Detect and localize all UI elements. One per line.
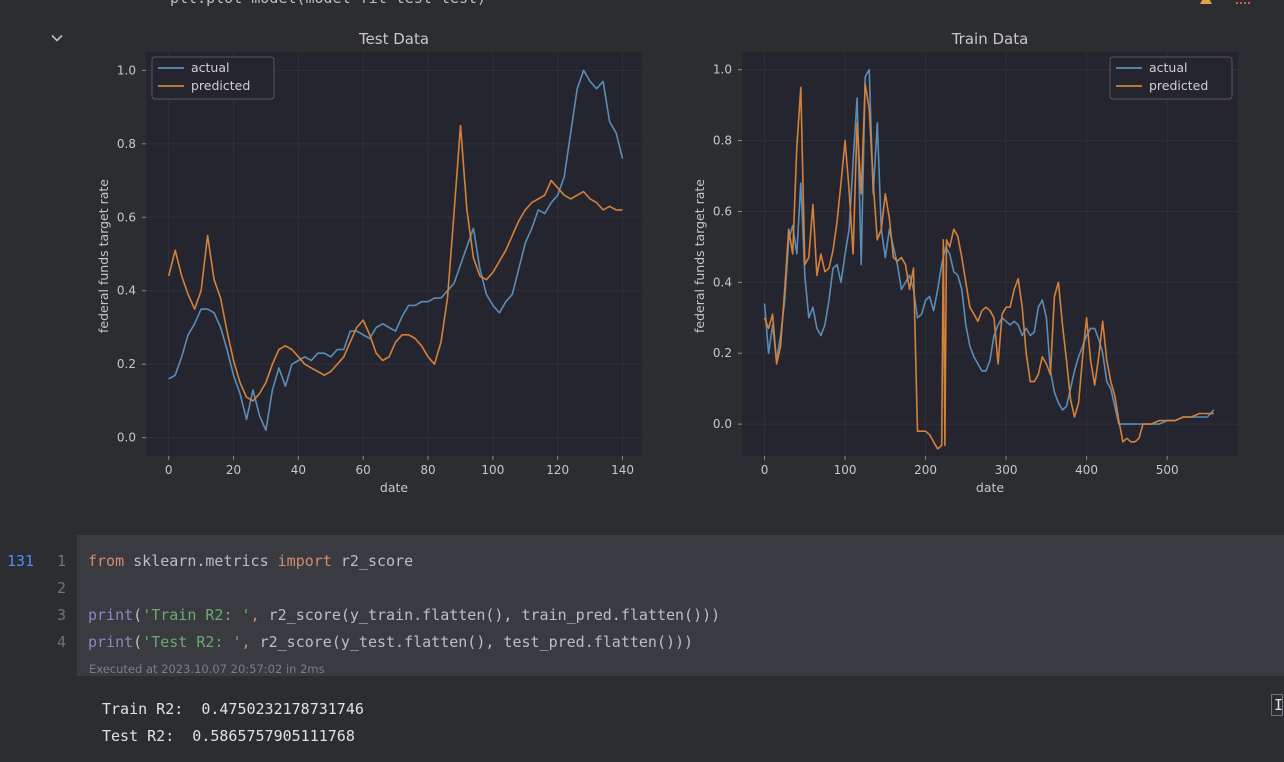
y-tick-label: 0.6 [117, 210, 136, 224]
paren: ( [133, 606, 143, 624]
x-tick-label: 0 [165, 463, 173, 477]
string-literal: 'Train R2: ' [142, 606, 251, 624]
x-tick-label: 120 [546, 463, 569, 477]
x-tick-label: 200 [914, 463, 937, 477]
x-tick-label: 80 [420, 463, 435, 477]
output-line-train: Train R2: 0.4750232178731746 [102, 700, 364, 718]
call-expression: r2_score(y_test.flatten(), test_pred.fla… [250, 633, 694, 651]
x-tick-label: 100 [834, 463, 857, 477]
y-tick-label: 0.8 [713, 134, 732, 148]
x-tick-label: 60 [356, 463, 371, 477]
chart-title: Train Data [951, 30, 1029, 48]
legend-label-actual: actual [1149, 60, 1188, 75]
y-tick-label: 0.0 [713, 417, 732, 431]
y-tick-label: 0.8 [117, 137, 136, 151]
line-number: 4 [56, 633, 66, 651]
y-tick-label: 1.0 [117, 63, 136, 77]
x-tick-label: 400 [1075, 463, 1098, 477]
code-line-4[interactable]: print('Test R2: ', r2_score(y_test.flatt… [88, 633, 693, 651]
execution-info: Executed at 2023.10.07 20:57:02 in 2ms [89, 662, 325, 676]
code-line-1[interactable]: from sklearn.metrics import r2_score [88, 552, 413, 570]
module-name: sklearn.metrics [124, 552, 278, 570]
legend-label-predicted: predicted [1149, 78, 1208, 93]
x-tick-label: 500 [1156, 463, 1179, 477]
x-tick-label: 20 [226, 463, 241, 477]
string-literal: 'Test R2: ' [142, 633, 242, 651]
x-tick-label: 140 [611, 463, 634, 477]
x-tick-label: 40 [291, 463, 306, 477]
legend-label-actual: actual [191, 60, 230, 75]
builtin-print: print [88, 633, 134, 651]
x-tick-label: 300 [995, 463, 1018, 477]
y-tick-label: 0.6 [713, 204, 732, 218]
code-line-3[interactable]: print('Train R2: ', r2_score(y_train.fla… [88, 606, 720, 624]
y-tick-label: 0.4 [713, 275, 732, 289]
keyword-from: from [88, 552, 125, 570]
chart-train: 0 100 200 300 400 500 0.0 0.2 0.4 0.6 0.8 1.0 Train … [692, 30, 1238, 495]
paren: ( [133, 633, 143, 651]
comma: , [241, 633, 251, 651]
line-number: 2 [56, 579, 66, 597]
builtin-print: print [88, 606, 134, 624]
execution-count: 131 [7, 552, 35, 570]
y-tick-label: 0.4 [117, 284, 136, 298]
chart-title: Test Data [358, 30, 429, 48]
y-axis-label: federal funds target rate [692, 179, 707, 333]
chart-test: 0 20 40 60 80 100 120 140 0.0 0.2 0.4 0.6 0.8 1.0 Test… [96, 30, 642, 495]
line-number: 3 [56, 606, 66, 624]
x-tick-label: 0 [761, 463, 769, 477]
y-axis-label: federal funds target rate [96, 179, 111, 333]
output-line-test: Test R2: 0.5865757905111768 [102, 727, 355, 745]
legend-label-predicted: predicted [191, 78, 250, 93]
call-expression: r2_score(y_train.flatten(), train_pred.f… [259, 606, 721, 624]
comma: , [250, 606, 260, 624]
y-tick-label: 0.2 [117, 357, 136, 371]
y-tick-label: 1.0 [713, 63, 732, 77]
y-tick-label: 0.0 [117, 431, 136, 445]
plots-output: 0 20 40 60 80 100 120 140 0.0 0.2 0.4 0.6 0.8 1.0 Test… [96, 30, 1238, 495]
keyword-import: import [277, 552, 332, 570]
x-tick-label: 100 [481, 463, 504, 477]
x-axis-label: date [976, 480, 1004, 495]
text-cursor-icon: I [1271, 694, 1283, 716]
x-axis-label: date [380, 480, 408, 495]
y-tick-label: 0.2 [713, 346, 732, 360]
line-number: 1 [56, 552, 66, 570]
plot-area [146, 52, 642, 456]
imported-name: r2_score [331, 552, 414, 570]
